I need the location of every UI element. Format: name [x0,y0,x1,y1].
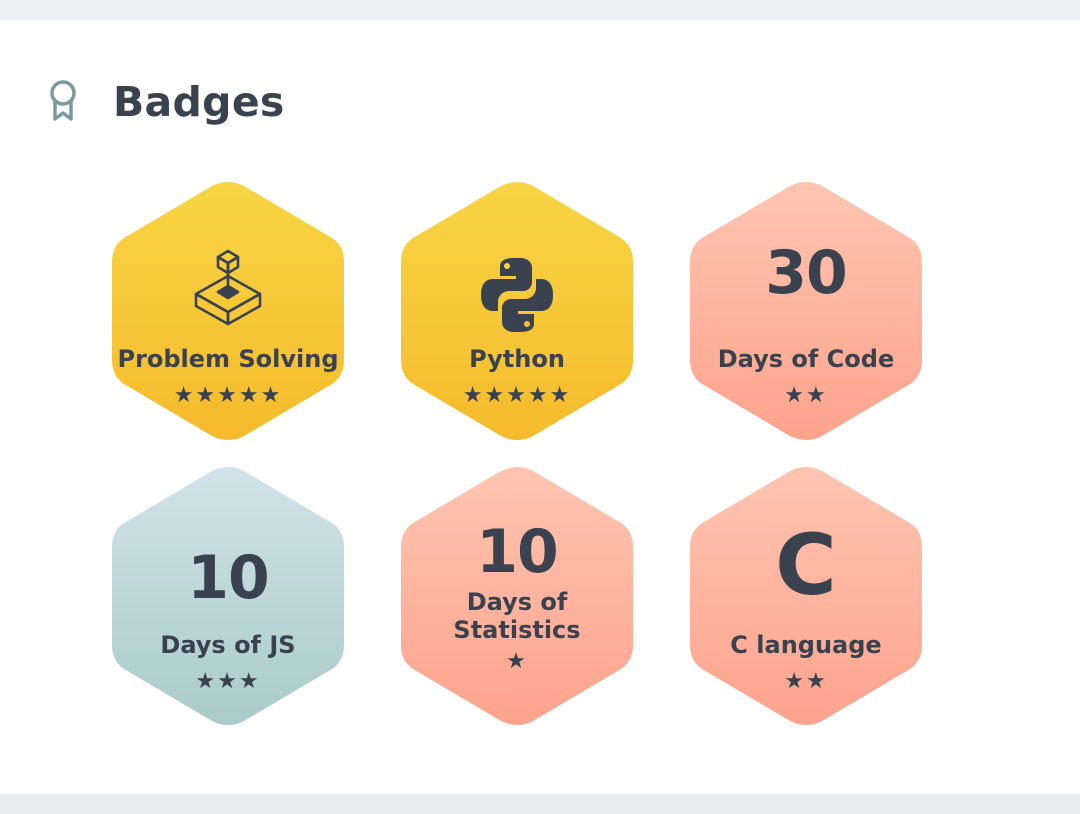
badge-10-days-of-js[interactable]: 10 Days of JS ★★★ [110,467,346,725]
star-rating: ★★★★★ [173,383,283,408]
star-rating: ★★★ [195,669,261,694]
badge-label: Days of JS [160,631,296,659]
badges-card: Badges Problem Solving ★★★★★ Python ★★★★… [0,20,1080,794]
badge-number: 30 [765,238,848,308]
star-rating: ★★ [784,383,828,408]
badge-label: Python [469,345,565,373]
badge-label-line2: Statistics [453,616,581,644]
bottom-divider [0,794,1080,814]
badge-label: Problem Solving [117,345,339,373]
badge-number: 10 [187,543,270,613]
badge-label: C language [730,631,882,659]
badge-30-days-of-code[interactable]: 30 Days of Code ★★ [688,182,924,440]
ribbon-award-icon [50,80,76,121]
badge-python[interactable]: Python ★★★★★ [399,182,635,440]
python-logo-icon [481,258,553,332]
star-rating: ★★★★★ [462,383,572,408]
section-title: Badges [113,78,285,126]
c-letter-mark: C [775,516,837,614]
badge-c-language[interactable]: C C language ★★ [688,467,924,725]
badge-problem-solving[interactable]: Problem Solving ★★★★★ [110,182,346,440]
badge-number: 10 [476,517,559,587]
badge-label-line1: Days of [466,588,568,616]
star-rating: ★ [506,649,528,674]
star-rating: ★★ [784,669,828,694]
badge-label: Days of Code [717,345,895,373]
badge-10-days-of-statistics[interactable]: 10 Days of Statistics ★ [399,467,635,725]
isometric-joystick-icon [194,249,262,326]
